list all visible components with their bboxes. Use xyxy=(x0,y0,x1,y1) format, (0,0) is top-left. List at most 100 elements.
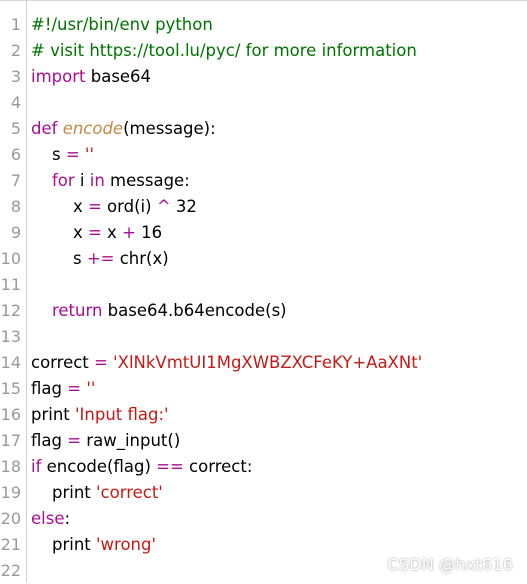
code-editor[interactable]: 1 #!/usr/bin/env python 2 # visit https://t… xyxy=(0,0,527,582)
line-number: 15 xyxy=(0,379,21,398)
code-token: base64 xyxy=(85,67,152,86)
code-line: 15 flag = '' xyxy=(0,376,527,402)
line-number: 16 xyxy=(0,405,21,424)
code-token: 32 xyxy=(170,197,197,216)
code-token: 'correct' xyxy=(96,483,163,502)
code-line: 20 else: xyxy=(0,506,527,532)
line-code: print 'correct' xyxy=(31,480,163,506)
code-token: print xyxy=(31,483,96,502)
line-code: x = ord(i) ^ 32 xyxy=(31,194,197,220)
code-token: s xyxy=(31,249,87,268)
code-lines: 1 #!/usr/bin/env python 2 # visit https://t… xyxy=(0,12,527,584)
code-token: print xyxy=(31,405,76,424)
line-number: 13 xyxy=(0,327,21,346)
code-token: # visit https://tool.lu/pyc/ for more in… xyxy=(31,41,417,60)
code-token: = xyxy=(94,353,108,372)
line-code: print 'wrong' xyxy=(31,532,156,558)
line-code: s += chr(x) xyxy=(31,246,169,272)
code-line: 19 print 'correct' xyxy=(0,480,527,506)
code-token: ord(i) xyxy=(101,197,157,216)
code-token: x xyxy=(101,223,123,242)
code-token: in xyxy=(89,171,105,190)
code-token: == xyxy=(156,457,184,476)
code-token: base64.b64encode(s) xyxy=(102,301,287,320)
code-line: 16 print 'Input flag:' xyxy=(0,402,527,428)
line-code: s = '' xyxy=(31,142,94,168)
line-code: print 'Input flag:' xyxy=(31,402,169,428)
line-number: 1 xyxy=(10,15,21,34)
line-number: 21 xyxy=(0,535,21,554)
line-number: 22 xyxy=(0,561,21,580)
code-token: + xyxy=(122,223,136,242)
line-number: 20 xyxy=(0,509,21,528)
line-code: correct = 'XlNkVmtUI1MgXWBZXCFeKY+AaXNt' xyxy=(31,350,422,376)
line-code: if encode(flag) == correct: xyxy=(31,454,252,480)
code-token: x xyxy=(31,197,88,216)
code-line: 6 s = '' xyxy=(0,142,527,168)
line-number: 3 xyxy=(10,67,21,86)
code-token: def xyxy=(31,119,58,138)
code-token: chr(x) xyxy=(114,249,169,268)
line-number: 6 xyxy=(10,145,21,164)
code-line: 11 xyxy=(0,272,527,298)
code-token: 'XlNkVmtUI1MgXWBZXCFeKY+AaXNt' xyxy=(113,353,423,372)
code-token: #!/usr/bin/env python xyxy=(31,15,213,34)
code-line: 10 s += chr(x) xyxy=(0,246,527,272)
code-token: message: xyxy=(104,171,190,190)
code-line: 3 import base64 xyxy=(0,64,527,90)
code-line: 18 if encode(flag) == correct: xyxy=(0,454,527,480)
line-number: 5 xyxy=(10,119,21,138)
code-token: += xyxy=(86,249,115,268)
code-token: if xyxy=(31,457,42,476)
code-token: s xyxy=(31,145,66,164)
code-line: 1 #!/usr/bin/env python xyxy=(0,12,527,38)
line-number: 7 xyxy=(10,171,21,190)
code-token: 16 xyxy=(135,223,163,242)
line-number: 8 xyxy=(10,197,21,216)
line-code: flag = raw_input() xyxy=(31,428,180,454)
code-line: 9 x = x + 16 xyxy=(0,220,527,246)
code-line: 4 xyxy=(0,90,527,116)
code-token: correct: xyxy=(183,457,253,476)
line-code: for i in message: xyxy=(31,168,190,194)
code-line: 8 x = ord(i) ^ 32 xyxy=(0,194,527,220)
code-token: print xyxy=(31,535,96,554)
code-token: raw_input() xyxy=(81,431,181,450)
watermark: CSDN @hxt616 xyxy=(387,555,513,574)
line-code: flag = '' xyxy=(31,376,95,402)
code-line: 12 return base64.b64encode(s) xyxy=(0,298,527,324)
code-line: 14 correct = 'XlNkVmtUI1MgXWBZXCFeKY+AaXN… xyxy=(0,350,527,376)
code-token: flag xyxy=(31,379,68,398)
code-token: encode(flag) xyxy=(41,457,157,476)
code-line: 13 xyxy=(0,324,527,350)
code-token: correct xyxy=(31,353,95,372)
line-number: 2 xyxy=(10,41,21,60)
code-token: '' xyxy=(84,145,94,164)
line-number: 18 xyxy=(0,457,21,476)
code-line: 2 # visit https://tool.lu/pyc/ for more i… xyxy=(0,38,527,64)
line-number: 11 xyxy=(0,275,21,294)
code-token: = xyxy=(65,145,80,164)
line-code: def encode(message): xyxy=(31,116,216,142)
line-number: 9 xyxy=(10,223,21,242)
code-token: x xyxy=(31,223,88,242)
code-token: for xyxy=(51,171,75,190)
code-token: : xyxy=(64,509,71,528)
line-code: # visit https://tool.lu/pyc/ for more in… xyxy=(31,38,417,64)
code-token: import xyxy=(31,67,86,86)
code-token: 'wrong' xyxy=(96,535,157,554)
line-number: 17 xyxy=(0,431,21,450)
line-number: 12 xyxy=(0,301,21,320)
code-line: 5 def encode(message): xyxy=(0,116,527,142)
line-code: x = x + 16 xyxy=(31,220,162,246)
line-number: 4 xyxy=(10,93,21,112)
line-number: 10 xyxy=(0,249,21,268)
code-token: encode xyxy=(62,119,124,138)
code-token: '' xyxy=(86,379,96,398)
line-code: else: xyxy=(31,506,70,532)
code-token: flag xyxy=(31,431,68,450)
code-token: i xyxy=(74,171,90,190)
code-line: 17 flag = raw_input() xyxy=(0,428,527,454)
